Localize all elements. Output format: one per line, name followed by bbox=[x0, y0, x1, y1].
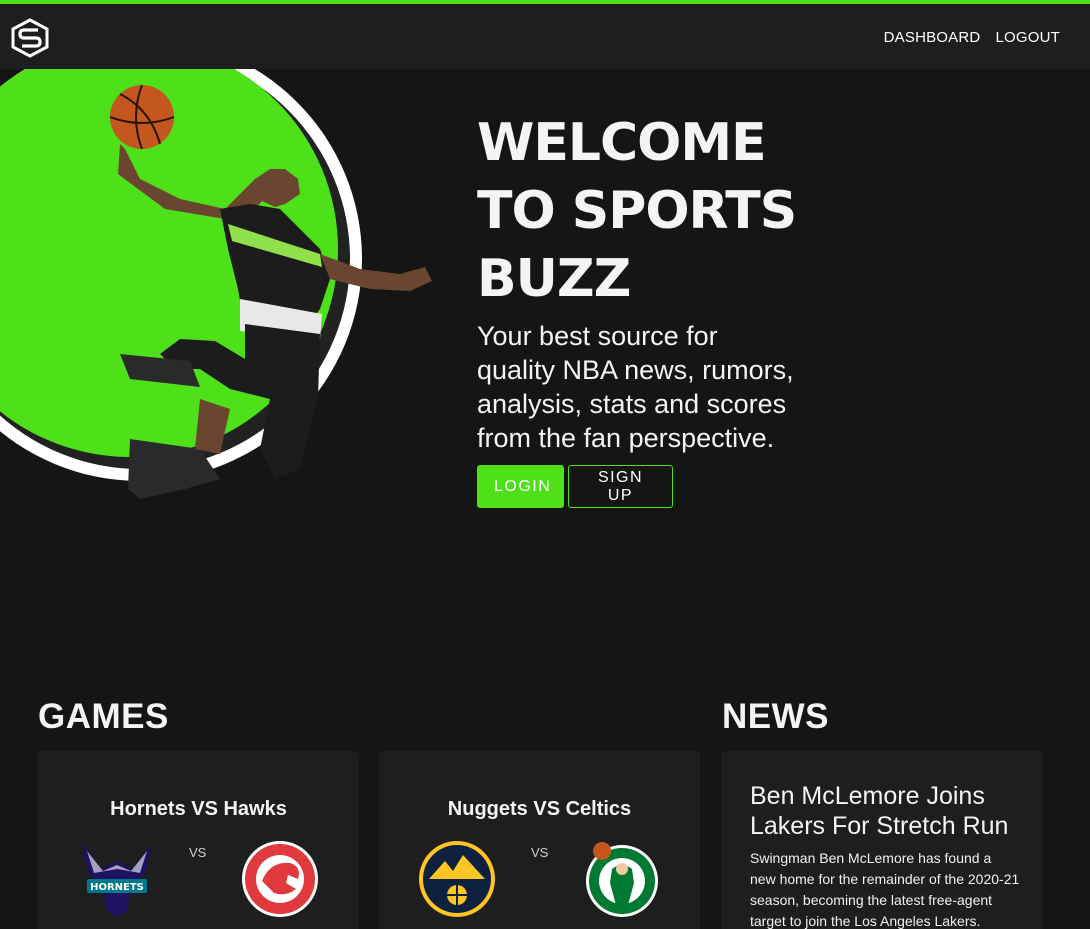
hero-subtitle: Your best source for quality NBA news, r… bbox=[477, 321, 794, 453]
charlotte-hornets-logo-icon: HORNETS bbox=[77, 839, 157, 919]
nav-links: DASHBOARD LOGOUT bbox=[884, 29, 1060, 46]
login-button[interactable]: LOGIN bbox=[477, 465, 564, 508]
signup-button[interactable]: SIGN UP bbox=[568, 465, 673, 508]
denver-nuggets-logo-icon bbox=[417, 839, 497, 919]
boston-celtics-logo-icon bbox=[582, 839, 662, 919]
nav-logout-link[interactable]: LOGOUT bbox=[995, 29, 1060, 46]
hero-section: WELCOME TO SPORTS BUZZ Your best source … bbox=[0, 37, 1090, 629]
hero-basketball-player-image bbox=[0, 37, 470, 539]
navbar: DASHBOARD LOGOUT bbox=[0, 4, 1090, 69]
game-card[interactable]: Nuggets VS Celtics VS bbox=[379, 751, 700, 929]
games-heading: GAMES bbox=[38, 697, 169, 736]
vs-label: VS bbox=[189, 845, 207, 860]
news-card[interactable]: Ben McLemore Joins Lakers For Stretch Ru… bbox=[721, 751, 1042, 929]
news-title[interactable]: Ben McLemore Joins Lakers For Stretch Ru… bbox=[750, 781, 1025, 841]
sports-buzz-logo-icon[interactable] bbox=[10, 18, 50, 58]
nav-dashboard-link[interactable]: DASHBOARD bbox=[884, 29, 981, 46]
news-heading: NEWS bbox=[722, 697, 829, 736]
game-title: Nuggets VS Celtics bbox=[447, 798, 632, 820]
atlanta-hawks-logo-icon bbox=[240, 839, 320, 919]
hero-title: WELCOME TO SPORTS BUZZ bbox=[477, 113, 797, 309]
hero-copy: WELCOME TO SPORTS BUZZ Your best source … bbox=[477, 109, 797, 508]
svg-text:HORNETS: HORNETS bbox=[90, 882, 144, 893]
news-body: Swingman Ben McLemore has found a new ho… bbox=[750, 850, 1020, 929]
vs-label: VS bbox=[531, 845, 549, 860]
game-card[interactable]: Hornets VS Hawks HORNETS VS bbox=[38, 751, 359, 929]
game-title: Hornets VS Hawks bbox=[110, 798, 287, 820]
hero-buttons: LOGIN SIGN UP bbox=[477, 465, 797, 508]
